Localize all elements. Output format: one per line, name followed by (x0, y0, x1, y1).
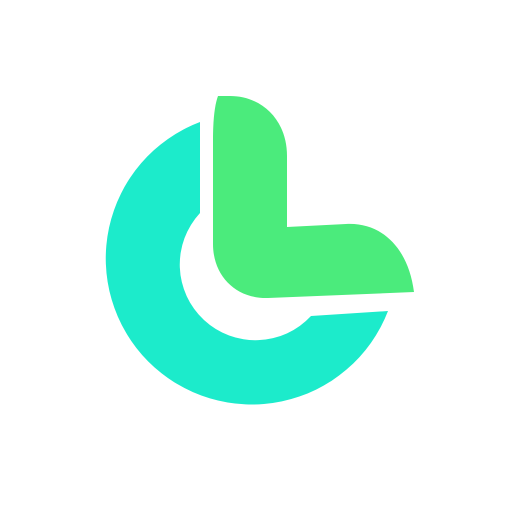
c-l-monogram-logo-icon (105, 96, 414, 405)
logo-canvas (0, 0, 512, 512)
l-shape (213, 96, 414, 299)
